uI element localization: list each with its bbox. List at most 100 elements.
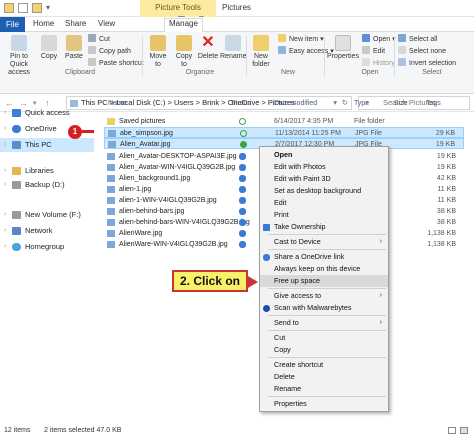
history-button[interactable]: History [362, 58, 395, 67]
properties-button[interactable]: Properties [326, 35, 360, 61]
paste-button[interactable]: Paste [62, 35, 86, 61]
cloud-icon [239, 186, 246, 193]
nav-item-backup-d[interactable]: › Backup (D:) [0, 178, 94, 192]
menu-item-free-up-space[interactable]: Free up space [260, 275, 388, 287]
delete-x-icon: ✕ [201, 34, 215, 51]
select-none-button[interactable]: Select none [398, 46, 446, 55]
menu-item-properties[interactable]: Properties [260, 398, 388, 410]
cloud-icon [239, 164, 246, 171]
edit-button[interactable]: Edit [362, 46, 385, 55]
image-file-icon [107, 208, 115, 215]
delete-button[interactable]: ✕ Delete [196, 35, 220, 61]
menu-item-delete[interactable]: Delete [260, 371, 388, 383]
step-1-arrow [82, 130, 94, 133]
column-header-type[interactable]: Type [354, 100, 369, 107]
rename-button[interactable]: Rename [220, 35, 246, 61]
menu-item-give-access-to[interactable]: Give access to › [260, 290, 388, 302]
drive-icon [12, 181, 21, 189]
image-file-icon [108, 141, 116, 148]
column-header-name[interactable]: Name [108, 100, 127, 107]
menu-item-send-to[interactable]: Send to › [260, 317, 388, 329]
invert-selection-icon [398, 58, 406, 66]
menu-item-edit-with-paint-3d[interactable]: Edit with Paint 3D [260, 173, 388, 185]
expand-arrow-icon[interactable]: › [4, 106, 6, 120]
expand-arrow-icon[interactable]: › [4, 208, 6, 222]
tab-home[interactable]: Home [33, 19, 54, 28]
menu-item-share-onedrive-link[interactable]: Share a OneDrive link [260, 251, 388, 263]
expand-arrow-icon[interactable]: › [4, 164, 6, 178]
history-icon [362, 58, 370, 66]
nav-item-quick-access[interactable]: › Quick access [0, 106, 94, 120]
explorer-icon [4, 3, 14, 13]
tab-view[interactable]: View [98, 19, 115, 28]
quick-access-dropdown-icon[interactable]: ▾ [46, 3, 50, 12]
menu-item-always-keep-on-device[interactable]: Always keep on this device [260, 263, 388, 275]
menu-item-cast-to-device[interactable]: Cast to Device › [260, 236, 388, 248]
nav-item-libraries[interactable]: › Libraries [0, 164, 94, 178]
refresh-icon[interactable]: ↻ [342, 97, 348, 109]
search-input[interactable]: ⌕ Search Pictures [358, 96, 470, 110]
new-item-button[interactable]: New item ▾ [278, 34, 324, 43]
tab-manage[interactable]: Manage [164, 18, 203, 32]
copy-to-button[interactable]: Copy to [172, 35, 196, 69]
menu-item-set-as-desktop-background[interactable]: Set as desktop background [260, 185, 388, 197]
paste-shortcut-button[interactable]: Paste shortcut [88, 58, 144, 67]
new-folder-button[interactable]: New folder [248, 35, 274, 69]
expand-arrow-icon[interactable]: › [4, 178, 6, 192]
column-header-size[interactable]: Size [394, 100, 408, 107]
nav-item-this-pc[interactable]: › This PC [0, 138, 94, 152]
window-title: Pictures [222, 3, 251, 12]
large-icons-view-icon[interactable] [460, 427, 468, 434]
column-header-tags[interactable]: Tags [426, 100, 441, 107]
menu-item-edit[interactable]: Edit [260, 197, 388, 209]
expand-arrow-icon[interactable]: › [4, 138, 6, 152]
expand-arrow-icon[interactable]: › [4, 122, 6, 136]
menu-item-rename[interactable]: Rename [260, 383, 388, 395]
step-1-badge: 1 [68, 125, 82, 139]
menu-item-print[interactable]: Print [260, 209, 388, 221]
image-file-icon [107, 230, 115, 237]
move-to-button[interactable]: Move to [146, 35, 170, 69]
image-file-icon [107, 186, 115, 193]
menu-item-create-shortcut[interactable]: Create shortcut [260, 359, 388, 371]
scissors-icon [88, 34, 96, 42]
menu-item-copy[interactable]: Copy [260, 344, 388, 356]
menu-item-take-ownership[interactable]: Take Ownership [260, 221, 388, 233]
copy-to-icon [176, 35, 192, 51]
malwarebytes-icon [263, 305, 270, 312]
menu-item-cut[interactable]: Cut [260, 332, 388, 344]
pin-to-quick-access-button[interactable]: Pin to Quick access [2, 35, 36, 77]
nav-item-homegroup[interactable]: › Homegroup [0, 240, 94, 254]
image-file-icon [108, 130, 116, 137]
details-view-icon[interactable] [448, 427, 456, 434]
menu-item-edit-with-photos[interactable]: Edit with Photos [260, 161, 388, 173]
column-header-status[interactable]: Status [231, 100, 251, 107]
invert-selection-button[interactable]: Invert selection [398, 58, 456, 67]
list-item[interactable]: abe_simpson.jpg 11/13/2014 11:25 PM JPG … [104, 127, 464, 138]
list-item[interactable]: Saved pictures 6/14/2017 4:35 PM File fo… [104, 116, 464, 127]
select-none-icon [398, 46, 406, 54]
new-folder-icon[interactable] [32, 3, 42, 13]
easy-access-icon [278, 46, 286, 54]
copy-button[interactable]: Copy [38, 35, 60, 61]
select-all-button[interactable]: Select all [398, 34, 437, 43]
properties-icon[interactable] [18, 3, 28, 13]
tab-share[interactable]: Share [65, 19, 86, 28]
menu-item-scan-with-malwarebytes[interactable]: Scan with Malwarebytes [260, 302, 388, 314]
status-selection: 2 items selected 47.0 KB [44, 427, 122, 434]
expand-arrow-icon[interactable]: › [4, 240, 6, 254]
nav-item-network[interactable]: › Network [0, 224, 94, 238]
tab-file[interactable]: File [0, 17, 25, 32]
nav-item-new-volume-f[interactable]: › New Volume (F:) [0, 208, 94, 222]
column-header-date[interactable]: Date modified [274, 100, 317, 107]
copy-path-button[interactable]: Copy path [88, 46, 131, 55]
expand-arrow-icon[interactable]: › [4, 224, 6, 238]
menu-item-open[interactable]: Open [260, 149, 388, 161]
cloud-icon [239, 208, 246, 215]
address-dropdown-icon[interactable]: ▾ [333, 97, 337, 109]
open-group-label: Open [361, 69, 379, 76]
onedrive-cloud-icon [263, 254, 270, 261]
open-button[interactable]: Open ▾ [362, 34, 396, 43]
cut-button[interactable]: Cut [88, 34, 110, 43]
new-item-icon [278, 34, 286, 42]
